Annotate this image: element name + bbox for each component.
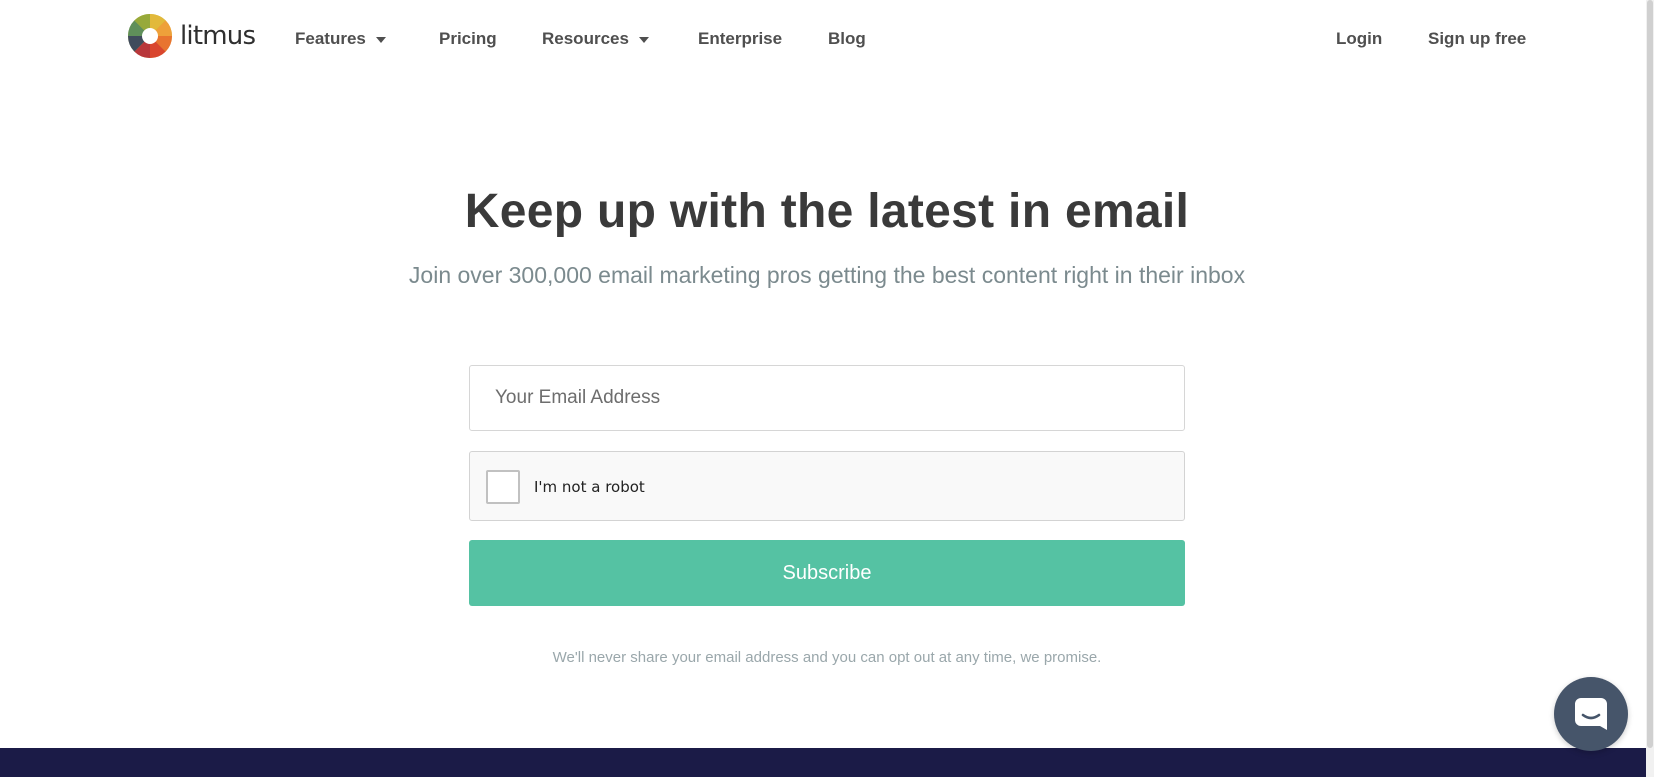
page-subtitle: Join over 300,000 email marketing pros g… (408, 262, 1246, 288)
logo-wordmark: litmus (180, 21, 256, 51)
page-title: Keep up with the latest in email (464, 185, 1190, 238)
top-navbar: litmus Features Pricing Resources Enterp… (0, 0, 1646, 78)
nav-resources[interactable]: Resources (542, 29, 649, 49)
email-field[interactable] (469, 365, 1185, 431)
chevron-down-icon (375, 37, 386, 43)
login-link[interactable]: Login (1336, 29, 1382, 49)
litmus-logo-icon (127, 13, 173, 59)
logo-link[interactable]: litmus (127, 13, 256, 59)
nav-pricing[interactable]: Pricing (439, 29, 497, 49)
recaptcha-widget: I'm not a robot (469, 451, 1185, 521)
nav-enterprise-label: Enterprise (698, 29, 783, 48)
nav-pricing-label: Pricing (439, 29, 497, 48)
privacy-note: We'll never share your email address and… (552, 649, 1102, 666)
nav-blog-label: Blog (828, 29, 866, 48)
scrollbar-thumb[interactable] (1647, 0, 1653, 748)
subscribe-button[interactable]: Subscribe (469, 540, 1185, 606)
chat-bubble-icon (1575, 698, 1607, 730)
footer-band (0, 748, 1646, 777)
nav-features[interactable]: Features (295, 29, 386, 49)
nav-resources-label: Resources (542, 29, 629, 48)
chat-launcher-button[interactable] (1554, 677, 1628, 751)
nav-enterprise[interactable]: Enterprise (698, 29, 782, 49)
recaptcha-checkbox[interactable] (486, 470, 520, 504)
login-label: Login (1336, 29, 1383, 48)
chevron-down-icon (638, 37, 649, 43)
nav-features-label: Features (295, 29, 366, 48)
nav-blog[interactable]: Blog (828, 29, 866, 49)
signup-free-link[interactable]: Sign up free (1428, 29, 1526, 49)
signup-free-label: Sign up free (1428, 29, 1527, 48)
recaptcha-label: I'm not a robot (534, 478, 645, 496)
